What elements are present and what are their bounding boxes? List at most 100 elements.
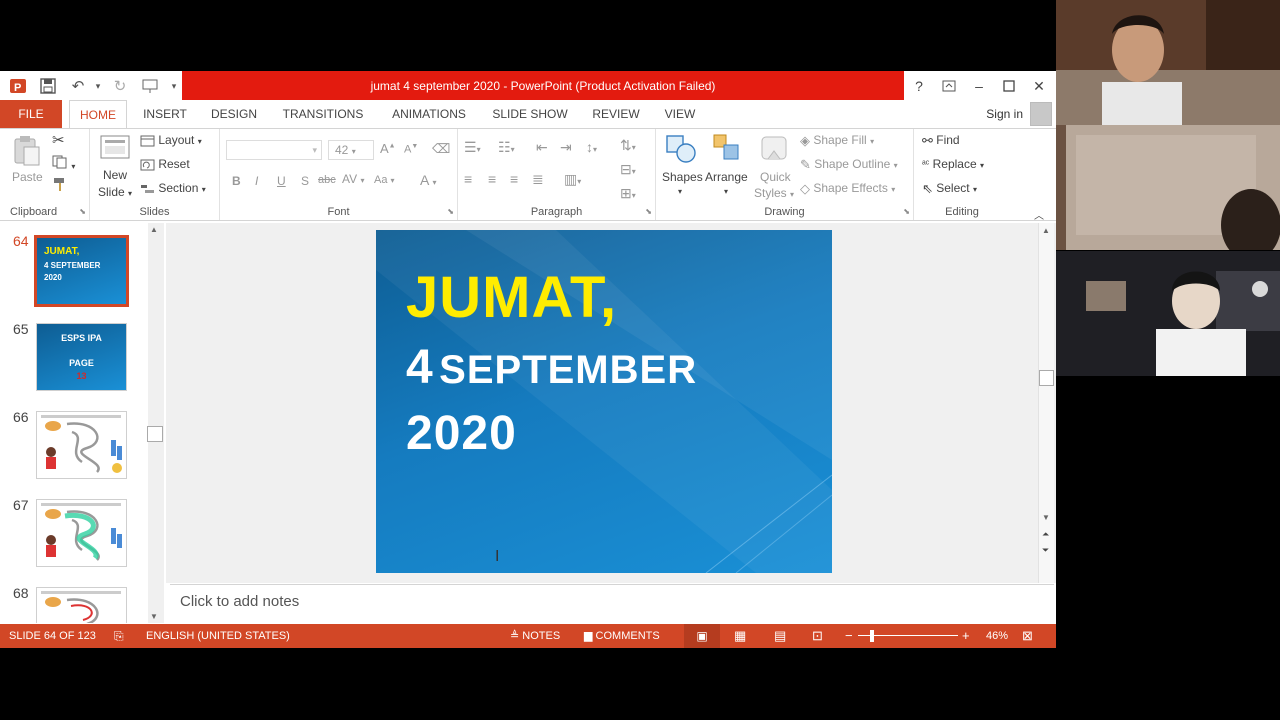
thumbnail-slide-65[interactable]: ESPS IPA PAGE 13 [36,323,127,391]
slide-show-view-icon[interactable]: ⊡ [812,624,823,648]
align-left-icon[interactable]: ≡ [464,171,472,187]
quick-styles-label-1[interactable]: Quick [760,170,791,184]
collapse-ribbon-icon[interactable]: ︿ [1034,207,1044,222]
zoom-slider[interactable] [858,624,958,648]
undo-dropdown-icon[interactable]: ▾ [88,76,108,96]
comments-button[interactable]: ▆ COMMENTS [584,624,660,648]
zoom-level[interactable]: 46% [986,624,1008,648]
find-button[interactable]: ⚯ Find [922,133,960,149]
new-slide-button[interactable]: Slide ▾ [98,185,132,199]
justify-icon[interactable]: ≣ [532,171,544,188]
new-slide-label-1[interactable]: New [103,168,127,182]
thumbnails-scroll-thumb[interactable] [147,426,163,442]
tab-home[interactable]: HOME [69,100,127,129]
arrange-icon[interactable] [712,133,742,168]
shape-fill-button[interactable]: ◈ Shape Fill ▾ [800,133,874,149]
reset-button[interactable]: Reset [140,157,190,171]
maximize-icon[interactable] [998,75,1020,97]
minimize-icon[interactable]: – [968,75,990,97]
editor-scroll-down-icon[interactable]: ▼ [1042,513,1050,522]
notes-pane[interactable]: Click to add notes [170,584,1054,624]
font-size-select[interactable]: 42 ▾ [328,140,374,160]
align-right-icon[interactable]: ≡ [510,171,518,187]
grow-font-icon[interactable]: A▲ [380,141,396,156]
copy-icon[interactable]: ▾ [52,155,75,172]
select-button[interactable]: ⇖ Select ▾ [922,181,977,197]
italic-button[interactable]: I [255,174,258,188]
align-center-icon[interactable]: ≡ [488,171,496,187]
editor-scrollbar[interactable]: ▲ ▼ ⏶ ⏷ [1038,223,1054,583]
save-icon[interactable] [38,76,58,96]
thumbnail-slide-64[interactable]: JUMAT, 4 SEPTEMBER 2020 [34,235,129,307]
close-icon[interactable]: ✕ [1028,75,1050,97]
thumbnails-scrollbar[interactable]: ▲ ▼ [147,223,164,623]
undo-icon[interactable]: ↶ [68,76,88,96]
replace-button[interactable]: ᵃᶜ Replace ▾ [922,157,984,171]
quick-styles-icon[interactable] [760,133,790,168]
tab-slide-show[interactable]: SLIDE SHOW [488,100,572,128]
editor-scroll-up-icon[interactable]: ▲ [1042,226,1050,235]
smartart-icon[interactable]: ⊞▾ [620,185,636,202]
start-slideshow-icon[interactable] [140,76,160,96]
slide-title-line2[interactable]: 4 SEPTEMBER [406,340,697,395]
tab-review[interactable]: REVIEW [588,100,644,128]
avatar[interactable] [1030,102,1052,126]
slide-year[interactable]: 2020 [406,406,517,461]
thumbnail-slide-68[interactable] [36,587,127,623]
shape-effects-button[interactable]: ◇ Shape Effects ▾ [800,181,895,197]
arrange-button[interactable]: Arrange [705,170,748,184]
strikethrough-button[interactable]: abc [318,174,336,186]
decrease-indent-icon[interactable]: ⇤ [536,139,548,156]
scroll-up-icon[interactable]: ▲ [150,225,158,234]
notes-button[interactable]: ≜ NOTES [510,624,560,648]
format-painter-icon[interactable] [52,177,68,196]
numbering-icon[interactable]: ☷▾ [498,139,515,156]
normal-view-icon[interactable]: ▣ [684,624,720,648]
tab-transitions[interactable]: TRANSITIONS [278,100,368,128]
text-direction-icon[interactable]: ⇅▾ [620,137,636,154]
slide-title-line1[interactable]: JUMAT, [406,264,617,331]
editor-scroll-thumb[interactable] [1039,370,1054,386]
cut-icon[interactable]: ✂ [52,131,65,149]
increase-indent-icon[interactable]: ⇥ [560,139,572,156]
line-spacing-icon[interactable]: ↕▾ [586,139,597,155]
thumbnail-slide-67[interactable] [36,499,127,567]
tab-file[interactable]: FILE [0,100,62,128]
zoom-slider-thumb[interactable] [870,630,874,642]
paragraph-launcher-icon[interactable]: ⬊ [645,207,652,216]
bold-button[interactable]: B [232,174,241,188]
spell-check-icon[interactable]: ⎘ [114,624,124,648]
font-launcher-icon[interactable]: ⬊ [447,207,454,216]
tab-animations[interactable]: ANIMATIONS [384,100,474,128]
drawing-launcher-icon[interactable]: ⬊ [903,207,910,216]
align-text-icon[interactable]: ⊟▾ [620,161,636,178]
character-spacing-icon[interactable]: AV ▾ [342,172,364,186]
tab-view[interactable]: VIEW [660,100,700,128]
fit-slide-icon[interactable]: ⊠ [1022,624,1033,648]
columns-icon[interactable]: ▥▾ [564,171,581,188]
tab-design[interactable]: DESIGN [206,100,262,128]
previous-slide-icon[interactable]: ⏶ [1042,529,1049,540]
clear-formatting-icon[interactable]: ⌫ [432,141,450,157]
underline-button[interactable]: U [277,174,286,188]
customize-qat-icon[interactable]: ▾ [164,76,184,96]
shape-outline-button[interactable]: ✎ Shape Outline ▾ [800,157,898,173]
font-name-select[interactable]: ▾ [226,140,322,160]
reading-view-icon[interactable]: ▤ [774,624,786,648]
change-case-icon[interactable]: Aa ▾ [374,174,395,186]
language-indicator[interactable]: ENGLISH (UNITED STATES) [146,624,290,648]
layout-button[interactable]: Layout ▾ [140,133,202,147]
thumbnail-slide-66[interactable] [36,411,127,479]
shapes-icon[interactable] [664,133,698,168]
sign-in-link[interactable]: Sign in [986,100,1023,128]
paste-button[interactable]: Paste [12,170,43,184]
clipboard-launcher-icon[interactable]: ⬊ [79,207,86,216]
paste-icon[interactable] [12,135,42,170]
tab-insert[interactable]: INSERT [138,100,192,128]
bullets-icon[interactable]: ☰▾ [464,139,481,156]
scroll-down-icon[interactable]: ▼ [150,612,158,621]
slide-sorter-icon[interactable]: ▦ [734,624,746,648]
next-slide-icon[interactable]: ⏷ [1042,545,1049,556]
shapes-dropdown-icon[interactable]: ▾ [678,187,682,196]
redo-icon[interactable]: ↻ [110,76,130,96]
